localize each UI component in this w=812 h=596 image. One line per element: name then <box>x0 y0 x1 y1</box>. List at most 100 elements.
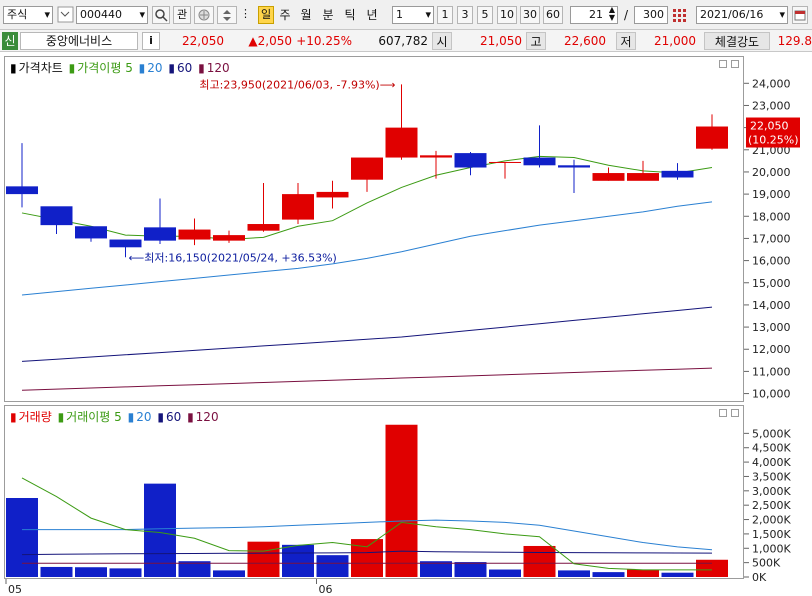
volume-chart-svg: 5,000K 4,500K4,000K3,500K 3,000K2,500K 2,00… <box>5 424 791 596</box>
candle-body <box>75 226 107 239</box>
volume-bar <box>316 555 349 577</box>
candle-body <box>627 173 659 181</box>
candle-body <box>247 224 280 231</box>
volume-bar <box>6 498 38 577</box>
trade-volume: 607,782 <box>378 34 428 48</box>
stock-search-icon[interactable] <box>57 6 75 24</box>
total-count-value: 300 <box>643 8 664 21</box>
candle-body <box>454 153 487 168</box>
y-tick-label: 14,000 <box>752 299 791 312</box>
y-tick-label: 4,500K <box>752 442 791 455</box>
low-annotation: ⟵최저:16,150(2021/05/24, +36.53%) <box>129 251 337 264</box>
candle-body <box>6 186 38 195</box>
y-tick-label: 20,000 <box>752 166 791 179</box>
volume-bar <box>489 569 521 577</box>
open-price: 21,050 <box>480 34 522 48</box>
candle-body <box>282 194 314 220</box>
y-tick-label: 24,000 <box>752 77 791 90</box>
grid-icon[interactable] <box>670 6 688 24</box>
stock-code-input[interactable]: 000440 ▾ <box>76 6 148 24</box>
period-tick[interactable]: 틱 <box>342 6 358 24</box>
last-price-label: 22,050 <box>750 120 789 133</box>
volume-bar <box>282 544 314 577</box>
x-tick-label: 06 <box>319 583 333 596</box>
scroll-icon[interactable]: ⋮ <box>240 6 251 24</box>
period-week[interactable]: 주 <box>277 6 293 24</box>
credit-badge: 신 <box>2 32 18 50</box>
date-input[interactable]: 2021/06/16 ▾ <box>696 6 788 24</box>
volume-bar <box>40 566 73 577</box>
interval-button-60[interactable]: 60 <box>543 6 563 24</box>
y-tick-label: 4,000K <box>752 456 791 469</box>
volume-bar <box>213 570 245 577</box>
watchlist-button[interactable]: 관 <box>173 6 191 24</box>
y-tick-label: 0K <box>752 571 767 584</box>
candle-body <box>213 235 245 241</box>
strength-label: 체결강도 <box>704 32 770 50</box>
y-tick-label: 12,000 <box>752 343 791 356</box>
search-button[interactable] <box>152 6 170 24</box>
interval-select[interactable]: 1 ▾ <box>392 6 434 24</box>
interval-button-5[interactable]: 5 <box>477 6 493 24</box>
settings-icon[interactable] <box>194 6 214 24</box>
y-tick-label: 10,000 <box>752 388 791 401</box>
price-chart-svg: 10,000 11,000 12,000 13,000 14,000 15,000 16,0… <box>6 77 800 401</box>
calendar-icon[interactable] <box>792 6 808 24</box>
volume-bar <box>661 572 694 577</box>
volume-bar <box>75 567 107 577</box>
high-annotation: 최고:23,950(2021/06/03, -7.93%)⟶ <box>199 78 395 91</box>
low-price: 21,000 <box>654 34 696 48</box>
candle-body <box>558 165 590 168</box>
volume-bar <box>109 568 142 577</box>
info-button[interactable]: i <box>142 32 160 50</box>
y-tick-label: 23,000 <box>752 99 791 112</box>
period-minute[interactable]: 분 <box>320 6 336 24</box>
interval-button-3[interactable]: 3 <box>457 6 473 24</box>
volume-bar <box>351 539 383 577</box>
price-change: ▲2,050 <box>248 34 292 48</box>
volume-bar <box>523 545 556 577</box>
visible-count-input[interactable]: 21 ▲ ▼ <box>570 6 618 24</box>
candle-body <box>661 170 694 178</box>
period-month[interactable]: 월 <box>298 6 314 24</box>
ma120-line <box>21 367 713 391</box>
y-tick-label: 18,000 <box>752 210 791 223</box>
toolbar: 주식 ▾ 000440 ▾ 관 ⋮ 일 주 월 분 틱 년 1 ▾ 1 3 5 … <box>0 0 812 30</box>
stock-name: 중앙에너비스 <box>45 34 113 48</box>
ma60-line <box>21 306 713 362</box>
period-day[interactable]: 일 <box>258 6 274 24</box>
candle-body <box>40 206 73 226</box>
interval-button-30[interactable]: 30 <box>520 6 540 24</box>
x-tick-label: 05 <box>8 583 22 596</box>
stepper-icon[interactable] <box>217 6 237 24</box>
magnifier-icon <box>155 9 168 22</box>
candle-body <box>523 157 556 166</box>
period-year[interactable]: 년 <box>364 6 380 24</box>
quote-bar: 신 중앙에너비스 i 22,050 ▲2,050 +10.25% 607,782… <box>0 30 812 52</box>
candle-body <box>178 229 211 240</box>
current-price: 22,050 <box>182 34 224 48</box>
y-tick-label: 15,000 <box>752 277 791 290</box>
y-tick-label: 16,000 <box>752 255 791 268</box>
market-type-select[interactable]: 주식 ▾ <box>3 6 53 24</box>
interval-button-10[interactable]: 10 <box>497 6 517 24</box>
volume-bar <box>592 572 625 577</box>
y-tick-label: 500K <box>752 557 781 570</box>
candle-body <box>109 239 142 248</box>
interval-button-1[interactable]: 1 <box>437 6 453 24</box>
y-tick-label: 3,500K <box>752 470 791 483</box>
visible-count-value: 21 <box>589 8 603 21</box>
candle-body <box>144 227 176 241</box>
y-tick-label: 13,000 <box>752 321 791 334</box>
candle-body <box>420 155 452 158</box>
spinner-icon[interactable]: ▲ ▼ <box>609 7 615 22</box>
candle-body <box>316 191 349 198</box>
volume-bar <box>385 424 418 577</box>
y-tick-label: 1,500K <box>752 528 791 541</box>
total-count-input[interactable]: 300 <box>634 6 668 24</box>
volume-bar <box>627 569 659 577</box>
stock-name-box[interactable]: 중앙에너비스 <box>20 32 138 50</box>
open-label: 시 <box>432 32 452 50</box>
strength-value: 129.8 <box>777 34 812 48</box>
candle-body <box>592 173 625 181</box>
